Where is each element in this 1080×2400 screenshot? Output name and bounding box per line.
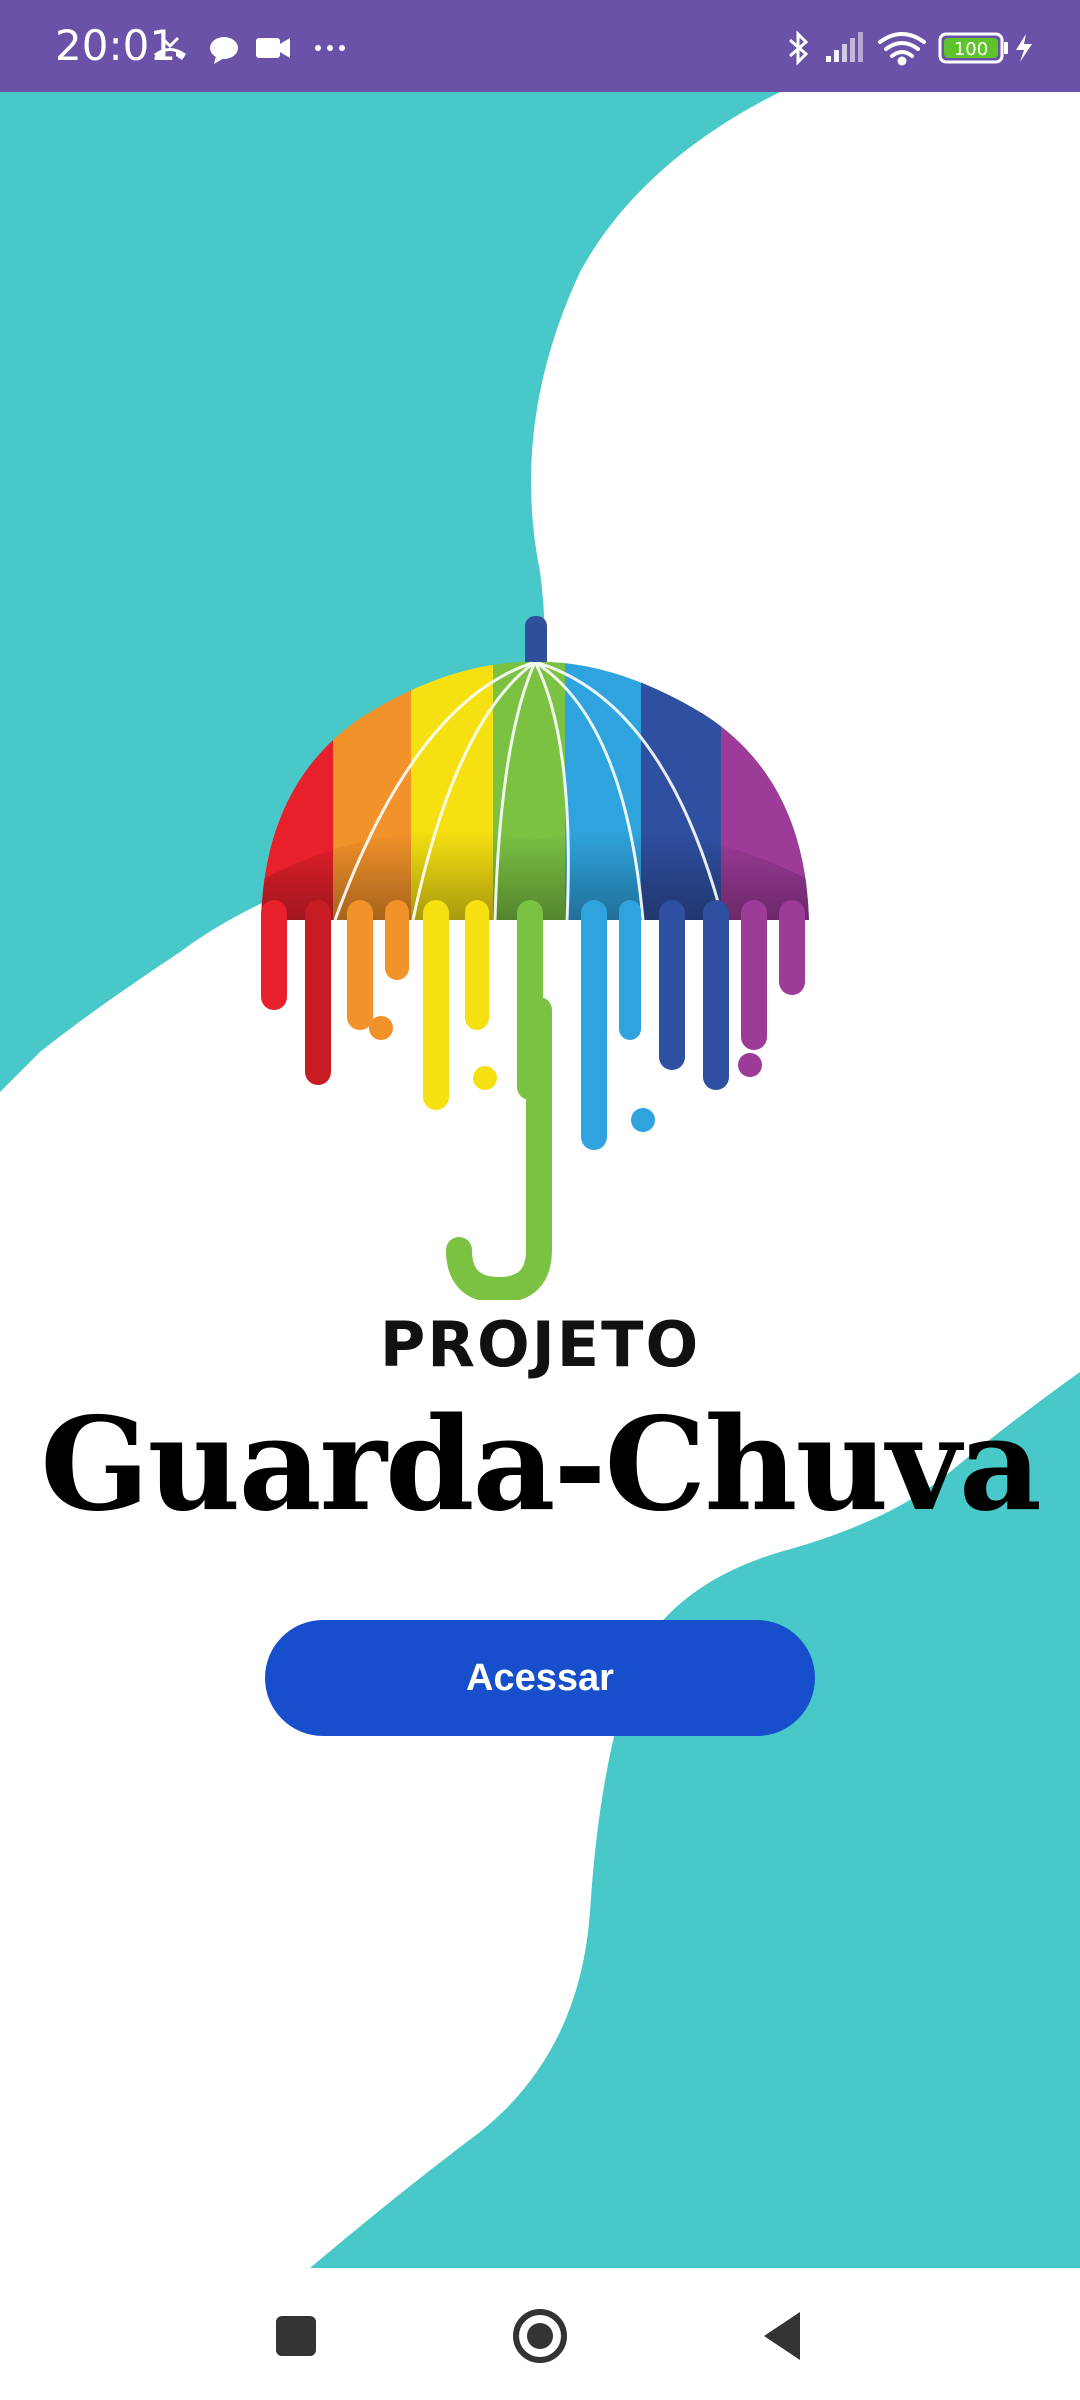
battery-level: 100 <box>954 39 988 60</box>
navigation-bar <box>0 2268 1080 2400</box>
app-title: Guarda-Chuva <box>40 1390 1042 1540</box>
umbrella-handle <box>446 997 552 1300</box>
brand-kicker: PROJETO <box>379 1308 701 1381</box>
battery-icon: 100 <box>938 32 1008 64</box>
status-bar: 20:01 100 <box>0 0 1080 92</box>
signal-icon <box>826 32 863 62</box>
system-icons: 100 <box>789 30 1032 66</box>
bluetooth-icon <box>789 30 809 66</box>
umbrella-logo <box>261 616 809 1300</box>
back-icon[interactable] <box>752 2304 816 2368</box>
charging-icon <box>1016 34 1032 62</box>
home-icon[interactable] <box>508 2304 572 2368</box>
video-camera-icon <box>256 38 290 58</box>
missed-call-icon <box>154 36 186 60</box>
access-button[interactable]: Acessar <box>265 1620 815 1736</box>
chat-bubble-icon <box>210 37 238 64</box>
notification-icons <box>154 36 345 64</box>
wifi-icon <box>878 32 926 66</box>
recent-apps-icon[interactable] <box>264 2304 328 2368</box>
more-dots-icon <box>315 45 345 51</box>
